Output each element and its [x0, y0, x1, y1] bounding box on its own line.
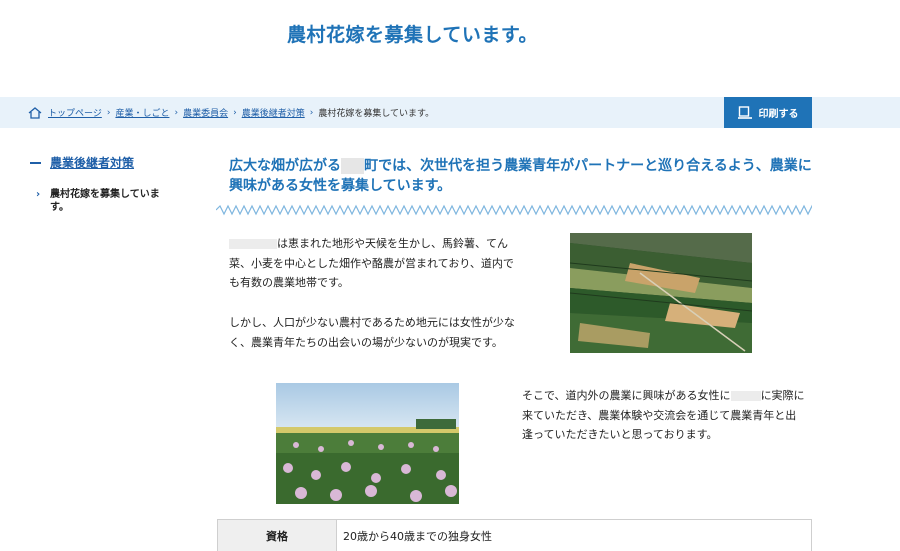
- breadcrumb-separator: ›: [233, 107, 237, 118]
- chevron-right-icon: ›: [36, 189, 41, 200]
- paragraph-3-text-before: そこで、道内外の農業に興味がある女性に: [522, 389, 731, 402]
- table-row-value: 20歳から40歳までの独身女性: [343, 530, 492, 543]
- breadcrumb-separator: ›: [106, 107, 111, 118]
- sidebar-heading[interactable]: 農業後継者対策: [30, 154, 134, 171]
- info-table: 資格 20歳から40歳までの独身女性: [217, 519, 812, 551]
- print-button-label: 印刷する: [758, 109, 799, 120]
- print-icon: [737, 106, 752, 119]
- paragraph-2: しかし、人口が少ない農村であるため地元には女性が少なく、農業青年たちの出会いの場…: [229, 316, 515, 349]
- lead-text-before: 広大な畑が広がる: [229, 158, 341, 174]
- redacted-block: [730, 391, 761, 401]
- breadcrumb-separator: ›: [309, 107, 314, 118]
- breadcrumb-link-successor[interactable]: 農業後継者対策: [242, 106, 305, 119]
- sidebar-item-recruit[interactable]: › 農村花嫁を募集しています。: [36, 188, 176, 214]
- wave-divider: [216, 204, 812, 216]
- paragraph-3: そこで、道内外の農業に興味がある女性に に実際に来ていただき、農業体験や交流会を通…: [522, 386, 807, 445]
- wave-line: [216, 204, 812, 216]
- redacted-block: [229, 239, 277, 249]
- aerial-farmland-photo: [570, 233, 752, 353]
- paragraph-1: は恵まれた地形や天候を生かし、馬鈴薯、てん菜、小麦を中心とした畑作や酪農が営まれ…: [229, 234, 519, 293]
- redacted-block: ▯▯▯: [341, 158, 365, 174]
- sidebar-heading-bar-icon: [30, 161, 41, 164]
- print-button[interactable]: 印刷する: [724, 97, 812, 128]
- page-title: 農村花嫁を募集しています。: [287, 24, 539, 46]
- breadcrumb-separator: ›: [174, 107, 179, 118]
- breadcrumb-current: 農村花嫁を募集しています。: [318, 109, 435, 119]
- lead-heading: 広大な畑が広がる▯▯▯町では、次世代を担う農業青年がパートナーと巡り合えるよう、…: [229, 156, 814, 196]
- sidebar-item-label: 農村花嫁を募集しています。: [50, 189, 160, 213]
- home-icon: [28, 106, 42, 119]
- breadcrumb: トップページ › 産業・しごと › 農業委員会 › 農業後継者対策 › 農村花嫁…: [28, 97, 434, 128]
- potato-flower-field-photo: [276, 383, 459, 504]
- page: 農村花嫁を募集しています。 トップページ › 産業・しごと › 農業委員会 › …: [0, 0, 900, 551]
- breadcrumb-link-industry[interactable]: 産業・しごと: [115, 106, 169, 119]
- sidebar-heading-label: 農業後継者対策: [50, 156, 135, 170]
- breadcrumb-link-top[interactable]: トップページ: [48, 106, 102, 119]
- breadcrumb-link-committee[interactable]: 農業委員会: [183, 106, 228, 119]
- table-row-key: 資格: [218, 520, 337, 551]
